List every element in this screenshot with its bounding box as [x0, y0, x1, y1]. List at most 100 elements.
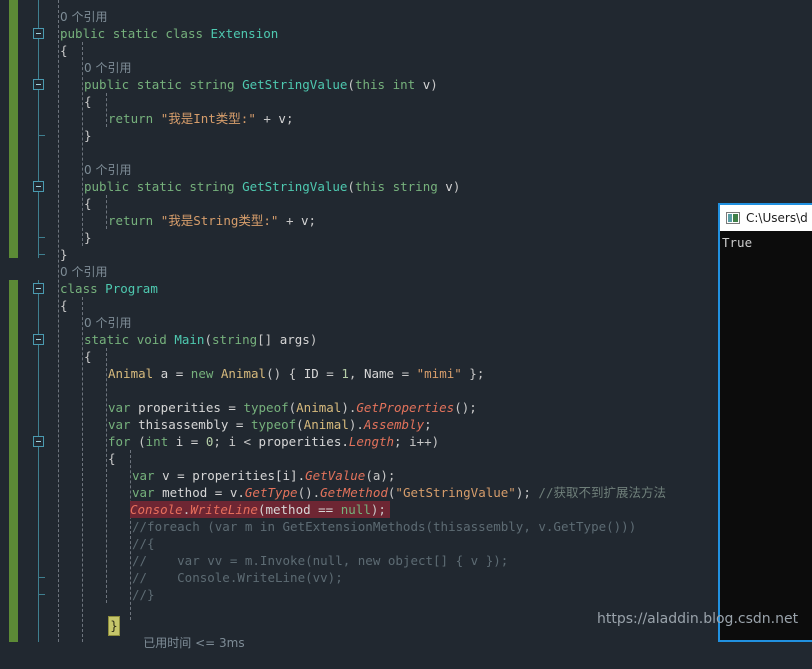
code-token: }	[84, 128, 92, 143]
code-token: i =	[168, 434, 206, 449]
code-token: int	[392, 77, 416, 92]
code-line[interactable]: public static string GetStringValue(this…	[84, 178, 460, 195]
console-app-icon	[726, 212, 740, 224]
code-line[interactable]: static void Main(string[] args)	[84, 331, 317, 348]
code-token: {	[108, 451, 116, 466]
code-token: ;	[285, 111, 294, 126]
code-line[interactable]: {	[84, 348, 92, 365]
codelens-label[interactable]: 0 个引用	[60, 265, 107, 279]
code-token: {	[60, 43, 68, 58]
console-title-bar[interactable]: C:\Users\d	[720, 205, 812, 231]
code-token: (	[204, 332, 212, 347]
codelens-reference-count[interactable]: 0 个引用	[60, 8, 107, 25]
code-line[interactable]: }	[84, 229, 92, 246]
code-line[interactable]: var v = properities[i].GetValue(a);	[132, 467, 395, 484]
code-line[interactable]: // var vv = m.Invoke(null, new object[] …	[132, 552, 508, 569]
code-token: v	[445, 179, 453, 194]
code-line[interactable]: }	[84, 127, 92, 144]
codelens-reference-count[interactable]: 0 个引用	[84, 59, 131, 76]
codelens-label[interactable]: 0 个引用	[60, 10, 107, 24]
codelens-label[interactable]: 0 个引用	[84, 163, 131, 177]
code-token: (method ==	[257, 502, 341, 517]
code-token: 1	[341, 366, 349, 381]
code-token: "GetStringValue"	[395, 485, 516, 500]
code-token: GetStringValue	[242, 179, 348, 194]
code-token: (a);	[365, 468, 396, 483]
console-window[interactable]: C:\Users\d True	[718, 203, 812, 642]
code-line[interactable]: //{	[132, 535, 155, 552]
code-token: static	[136, 77, 182, 92]
codelens-label[interactable]: 0 个引用	[84, 316, 131, 330]
code-line[interactable]: {	[108, 450, 116, 467]
code-token: Name	[363, 366, 395, 381]
code-token: public	[84, 179, 130, 194]
code-line[interactable]: class Program	[60, 280, 158, 297]
codelens-reference-count[interactable]: 0 个引用	[60, 263, 107, 280]
codelens-reference-count[interactable]: 0 个引用	[84, 314, 131, 331]
code-token: a =	[153, 366, 191, 381]
code-line[interactable]: public static string GetStringValue(this…	[84, 76, 438, 93]
code-token: GetStringValue	[242, 77, 348, 92]
code-line[interactable]: {	[60, 297, 68, 314]
code-line[interactable]: Animal a = new Animal() { ID = 1, Name =…	[108, 365, 484, 382]
code-token: (	[130, 434, 146, 449]
code-token: thisassembly =	[130, 417, 251, 432]
code-surface[interactable]: 0 个引用 public static class Extension{0 个引用…	[0, 0, 812, 642]
code-token: WriteLine	[190, 502, 258, 517]
code-token: (	[296, 417, 304, 432]
code-line[interactable]: }	[60, 246, 68, 263]
code-token: ).	[341, 400, 357, 415]
code-line[interactable]: var properities = typeof(Animal).GetProp…	[108, 399, 477, 416]
vs-editor-window: 0 个引用 public static class Extension{0 个引用…	[0, 0, 812, 650]
code-token: string	[211, 332, 258, 347]
code-token: for	[108, 434, 131, 449]
code-line[interactable]: public static class Extension	[60, 25, 278, 42]
codelens-label[interactable]: 0 个引用	[84, 61, 131, 75]
code-line[interactable]: // Console.WriteLine(vv);	[132, 569, 343, 586]
code-token: GetType	[244, 485, 298, 500]
code-token: (	[347, 179, 355, 194]
watermark-url: https://aladdin.blog.csdn.net	[597, 611, 799, 627]
code-token: args	[279, 332, 310, 347]
current-statement-line[interactable]: Console.WriteLine(method == null);	[130, 501, 390, 518]
code-line[interactable]: //foreach (var m in GetExtensionMethods(…	[132, 518, 636, 535]
code-token: ).	[348, 417, 364, 432]
code-line[interactable]: {	[60, 42, 68, 59]
code-token: properities =	[130, 400, 244, 415]
code-token: +	[255, 111, 279, 126]
code-line[interactable]: {	[84, 93, 92, 110]
code-token: return	[108, 213, 154, 228]
code-token: static	[84, 332, 130, 347]
code-token: {	[84, 196, 92, 211]
code-line[interactable]: {	[84, 195, 92, 212]
code-token: ; i++)	[394, 434, 440, 449]
codelens-reference-count[interactable]: 0 个引用	[84, 161, 131, 178]
code-token: }	[84, 230, 92, 245]
code-token: Main	[174, 332, 205, 347]
code-token: //{	[132, 536, 155, 551]
code-token: typeof	[243, 400, 289, 415]
code-token: string	[392, 179, 438, 194]
code-token: {	[84, 349, 92, 364]
code-line[interactable]: var method = v.GetType().GetMethod("GetS…	[132, 484, 666, 501]
code-line[interactable]: return "我是String类型:" + v;	[108, 212, 316, 229]
code-token: properities.	[251, 434, 349, 449]
code-line[interactable]: var thisassembly = typeof(Animal).Assemb…	[108, 416, 432, 433]
code-token: =	[394, 366, 417, 381]
code-token: )	[309, 332, 318, 347]
code-token: Animal	[220, 366, 267, 381]
code-token: v	[278, 111, 286, 126]
code-line[interactable]: return "我是Int类型:" + v;	[108, 110, 293, 127]
code-line[interactable]: //}	[132, 586, 155, 603]
code-token: //}	[132, 587, 155, 602]
console-title-text: C:\Users\d	[746, 211, 808, 225]
code-token: ,	[348, 366, 364, 381]
code-token: class	[165, 26, 204, 41]
code-token: string	[189, 77, 235, 92]
code-token: static	[136, 179, 182, 194]
code-line[interactable]: for (int i = 0; i < properities.Length; …	[108, 433, 439, 450]
code-token: int	[145, 434, 169, 449]
